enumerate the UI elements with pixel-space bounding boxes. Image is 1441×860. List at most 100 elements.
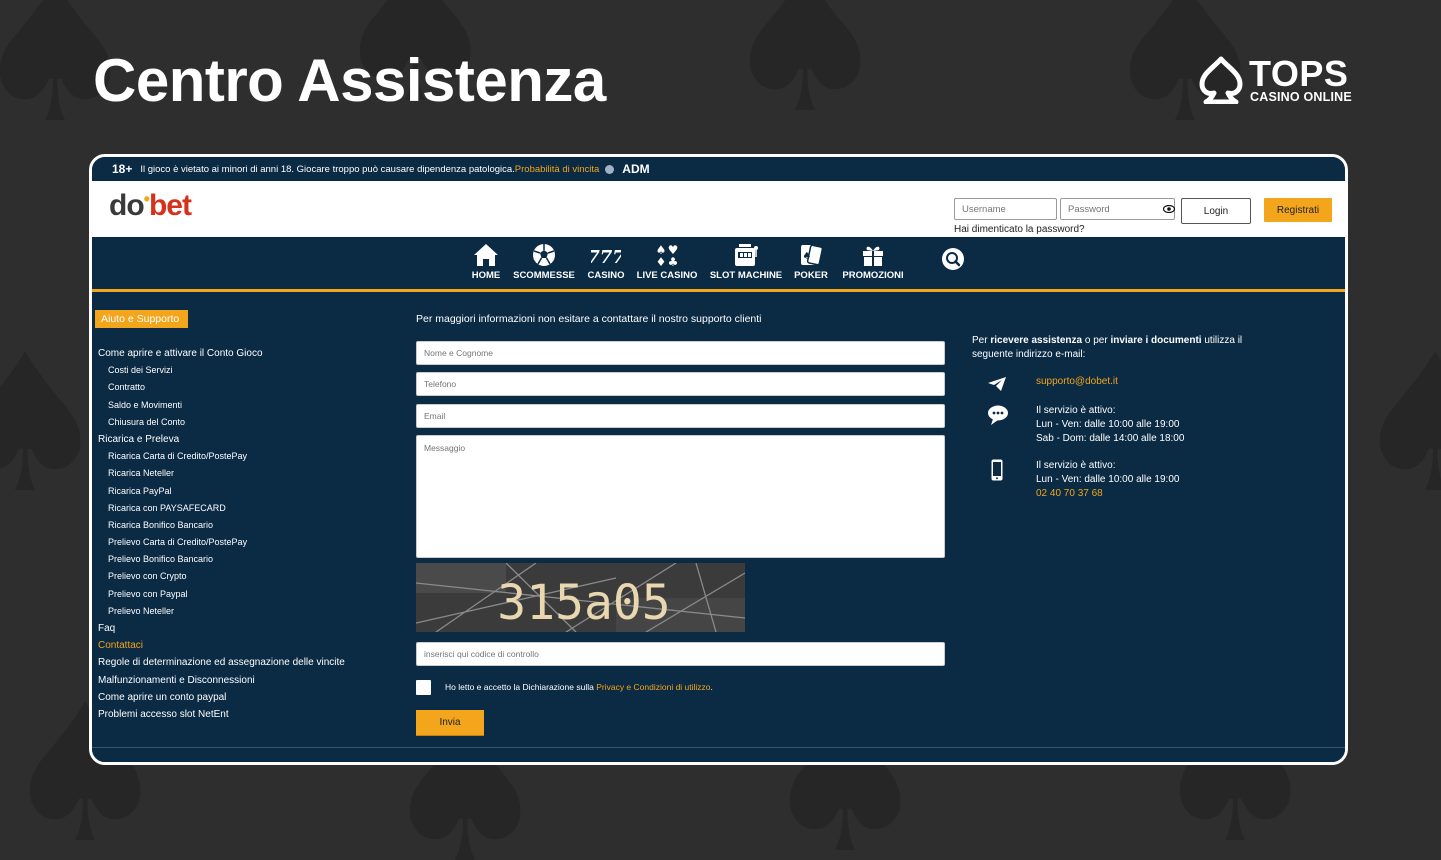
main-nav: HOME SCOMMESSE 777 CASINO ♠♥♦♣ LIVE CASI… — [92, 237, 1345, 289]
slot-machine-icon — [735, 244, 758, 266]
contact-intro-text: Per — [972, 335, 991, 346]
nav-home[interactable]: HOME — [468, 243, 504, 281]
adm-icon — [605, 164, 615, 174]
home-icon — [474, 244, 498, 266]
paper-plane-icon — [988, 377, 1006, 391]
terms-label: Ho letto e accetto la Dichiarazione sull… — [445, 682, 713, 692]
login-button[interactable]: Login — [1181, 198, 1251, 224]
support-email-text: supporto@dobet.it — [1036, 376, 1118, 387]
nav-scommesse[interactable]: SCOMMESSE — [512, 243, 576, 281]
sidebar-item[interactable]: Chiusura del Conto — [98, 414, 345, 431]
password-input[interactable] — [1060, 198, 1175, 220]
nav-slot-machine[interactable]: SLOT MACHINE — [708, 243, 784, 281]
playing-cards-icon: ♠ — [801, 244, 824, 266]
sidebar-title: Aiuto e Supporto — [95, 310, 189, 328]
sidebar-item[interactable]: Prelievo Bonifico Bancario — [98, 551, 345, 568]
soccer-ball-icon — [533, 244, 555, 266]
dobet-logo[interactable]: do•bet — [109, 189, 192, 223]
sidebar-item[interactable]: Prelievo Neteller — [98, 603, 345, 620]
nav-label: HOME — [471, 270, 501, 281]
chat-icon — [988, 405, 1008, 425]
sidebar-item[interactable]: Regole di determinazione ed assegnazione… — [98, 654, 345, 671]
sidebar-item[interactable]: Costi dei Servizi — [98, 362, 345, 379]
sidebar-item[interactable]: Come aprire un conto paypal — [98, 689, 345, 706]
nav-label: SLOT MACHINE — [709, 270, 783, 281]
sidebar-item[interactable]: Contattaci — [98, 637, 345, 654]
sidebar-item[interactable]: Malfunzionamenti e Disconnessioni — [98, 672, 345, 689]
terms-link[interactable]: Privacy e Condizioni di utilizzo — [596, 682, 710, 692]
sidebar-item[interactable]: Prelievo con Crypto — [98, 568, 345, 585]
terms-end: . — [710, 682, 713, 692]
phone-hours: Il servizio è attivo: Lun - Ven: dalle 1… — [1036, 459, 1179, 501]
brand-subtitle: CASINO ONLINE — [1250, 90, 1352, 104]
support-email[interactable]: supporto@dobet.it — [1036, 375, 1118, 389]
username-input[interactable] — [954, 198, 1057, 220]
contact-intro-text: o per — [1082, 335, 1111, 346]
email-field[interactable] — [416, 404, 945, 428]
nav-live-casino[interactable]: ♠ ♥ ♦ ♣ LIVE CASINO — [636, 243, 698, 281]
sidebar-item[interactable]: Problemi accesso slot NetEnt — [98, 706, 345, 723]
phone-field[interactable] — [416, 372, 945, 396]
nav-label: POKER — [794, 270, 828, 281]
chat-hours-weekday: Lun - Ven: dalle 10:00 alle 19:00 — [1036, 419, 1180, 430]
sidebar-item[interactable]: Ricarica Bonifico Bancario — [98, 517, 345, 534]
logo-part-bet: bet — [148, 189, 192, 222]
captcha-code: 315a05 — [497, 575, 670, 631]
register-button[interactable]: Registrati — [1264, 198, 1332, 222]
search-icon[interactable] — [941, 247, 965, 271]
main-content: Aiuto e Supporto Come aprire e attivare … — [92, 292, 1345, 762]
phone-title: Il servizio è attivo: — [1036, 460, 1116, 471]
sidebar-item[interactable]: Come aprire e attivare il Conto Gioco — [98, 345, 345, 362]
phone-icon — [991, 459, 1003, 481]
warning-text: Il gioco è vietato ai minori di anni 18.… — [140, 163, 515, 175]
contact-intro-bold: inviare i documenti — [1110, 335, 1202, 346]
brand-logo: TOPS CASINO ONLINE — [1198, 56, 1358, 106]
nav-label: CASINO — [587, 270, 625, 281]
sidebar-item[interactable]: Saldo e Movimenti — [98, 397, 345, 414]
sidebar-item[interactable]: Prelievo Carta di Credito/PostePay — [98, 534, 345, 551]
page-title: Centro Assistenza — [93, 47, 606, 114]
nav-poker[interactable]: ♠ POKER — [792, 243, 830, 281]
brand-name: TOPS — [1249, 53, 1349, 94]
captcha-image: 315a05 — [416, 563, 745, 632]
gift-icon — [863, 246, 883, 266]
phone-number[interactable]: 02 40 70 37 68 — [1036, 487, 1179, 501]
eye-icon[interactable] — [1163, 205, 1175, 213]
sidebar-item[interactable]: Ricarica Carta di Credito/PostePay — [98, 448, 345, 465]
site-header: do•bet Login Registrati Hai dimenticato … — [92, 181, 1345, 261]
sidebar-item[interactable]: Ricarica e Preleva — [98, 431, 345, 448]
svg-text:♣: ♣ — [668, 255, 679, 267]
submit-button[interactable]: Invia — [416, 710, 484, 735]
777-icon: 777 — [591, 247, 621, 267]
forgot-password-link[interactable]: Hai dimenticato la password? — [954, 224, 1085, 235]
contact-intro-bold: ricevere assistenza — [990, 335, 1083, 346]
contact-intro: Per ricevere assistenza o per inviare i … — [972, 334, 1272, 362]
sidebar-item[interactable]: Ricarica PayPal — [98, 483, 345, 500]
captcha-input[interactable] — [416, 642, 945, 666]
chat-hours: Il servizio è attivo: Lun - Ven: dalle 1… — [1036, 404, 1184, 446]
nav-label: LIVE CASINO — [636, 270, 698, 281]
svg-text:♠: ♠ — [803, 251, 812, 262]
chat-hours-weekend: Sab - Dom: dalle 14:00 alle 18:00 — [1036, 433, 1185, 444]
svg-text:♦: ♦ — [656, 255, 667, 267]
svg-text:777: 777 — [591, 247, 621, 267]
sidebar-item[interactable]: Ricarica Neteller — [98, 465, 345, 482]
nav-casino[interactable]: 777 CASINO — [586, 243, 626, 281]
nav-label: PROMOZIONI — [842, 270, 904, 281]
age-badge: 18+ — [112, 162, 133, 176]
phone-hours-weekday: Lun - Ven: dalle 10:00 alle 19:00 — [1036, 474, 1180, 485]
sidebar-item[interactable]: Faq — [98, 620, 345, 637]
terms-text: Ho letto e accetto la Dichiarazione sull… — [445, 682, 597, 692]
message-field[interactable] — [416, 435, 945, 558]
sidebar-item[interactable]: Prelievo con Paypal — [98, 586, 345, 603]
odds-link[interactable]: Probabilità di vincita — [515, 164, 600, 175]
card-suits-icon: ♠ ♥♦ ♣ — [656, 243, 679, 267]
terms-checkbox[interactable] — [416, 680, 431, 695]
spade-icon — [1199, 56, 1243, 104]
chat-title: Il servizio è attivo: — [1036, 405, 1116, 416]
name-field[interactable] — [416, 341, 945, 365]
sidebar-menu: Come aprire e attivare il Conto Gioco Cos… — [98, 345, 345, 723]
sidebar-item[interactable]: Contratto — [98, 379, 345, 396]
nav-promozioni[interactable]: PROMOZIONI — [840, 243, 906, 281]
sidebar-item[interactable]: Ricarica con PAYSAFECARD — [98, 500, 345, 517]
